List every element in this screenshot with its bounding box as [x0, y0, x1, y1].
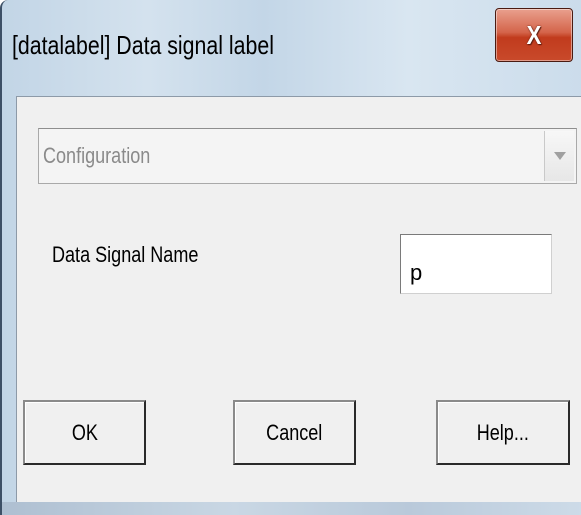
window-bottom-border — [2, 502, 581, 515]
ok-button-label: OK — [71, 419, 98, 445]
cancel-button-label: Cancel — [266, 419, 323, 445]
configuration-selected-value: Configuration — [43, 143, 151, 168]
title-bar[interactable]: [datalabel] Data signal label X — [2, 0, 581, 96]
configuration-dropdown[interactable]: Configuration — [38, 128, 577, 184]
dialog-content: Configuration Data Signal Name OK Cancel… — [16, 96, 581, 502]
close-button[interactable]: X — [495, 8, 573, 62]
dialog-window: [datalabel] Data signal label X Configur… — [0, 0, 581, 515]
help-button[interactable]: Help... — [436, 400, 570, 465]
data-signal-name-label: Data Signal Name — [52, 242, 199, 267]
cancel-button[interactable]: Cancel — [233, 400, 356, 465]
data-signal-name-input[interactable] — [400, 234, 552, 294]
close-icon: X — [526, 19, 542, 50]
window-title: [datalabel] Data signal label — [12, 30, 274, 60]
chevron-down-icon — [553, 152, 566, 160]
dropdown-arrow-button[interactable] — [544, 131, 574, 181]
ok-button[interactable]: OK — [23, 400, 146, 465]
help-button-label: Help... — [476, 419, 530, 445]
